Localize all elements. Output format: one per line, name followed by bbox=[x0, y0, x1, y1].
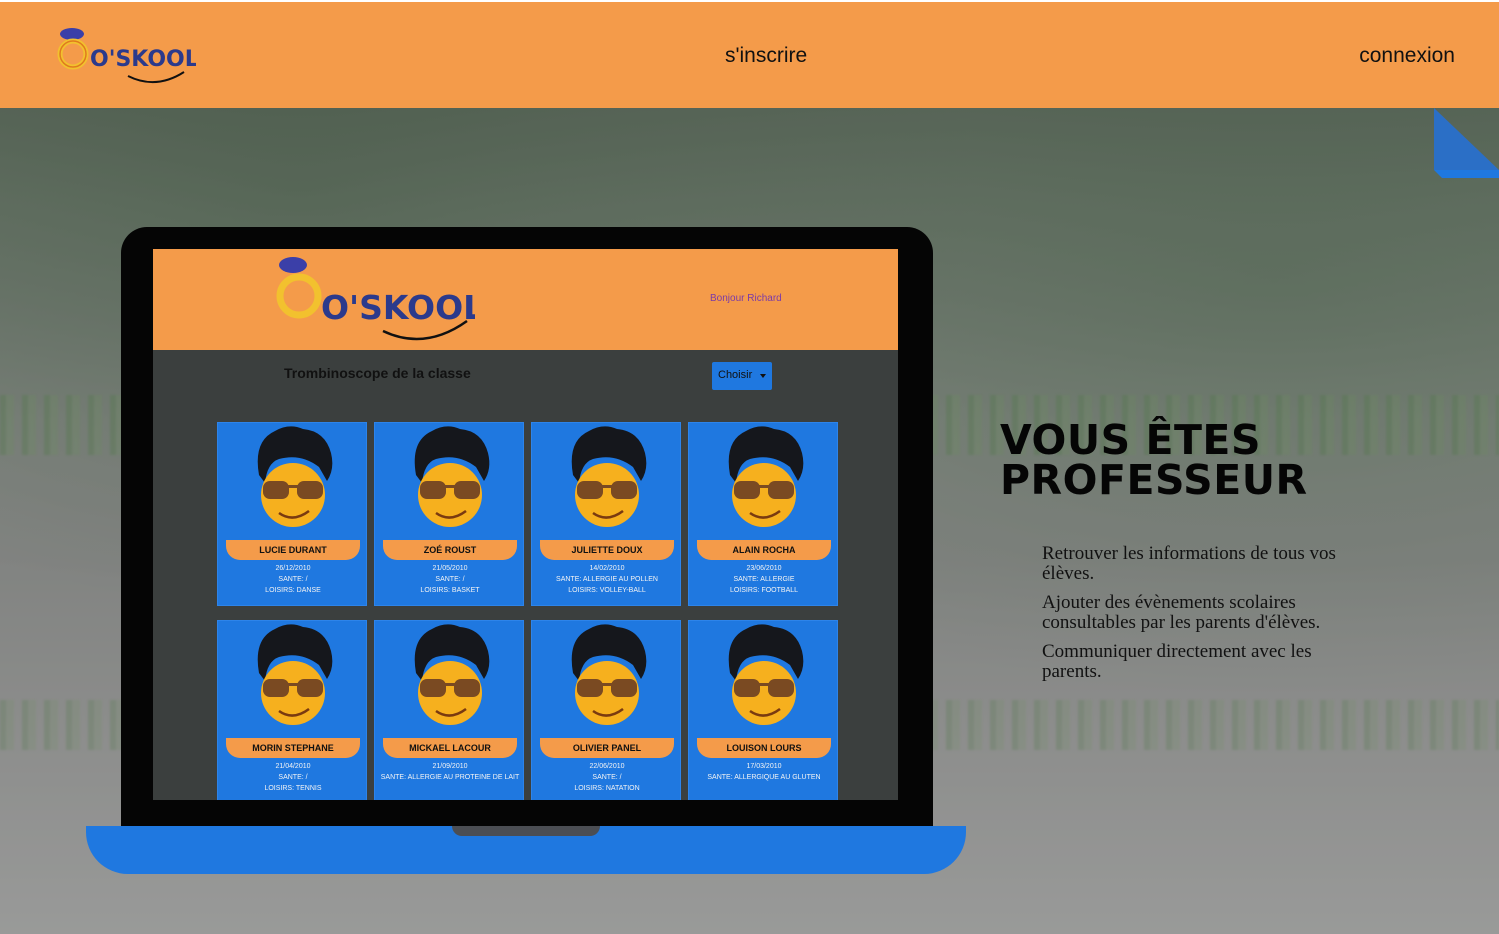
laptop-display: O'SKOOL Bonjour Richard Trombinoscope de… bbox=[153, 249, 898, 800]
student-info: 26/12/2010 SANTE: / LOISIRS: DANSE bbox=[218, 563, 368, 596]
student-birthdate: 21/05/2010 bbox=[432, 565, 468, 572]
student-avatar bbox=[249, 423, 337, 535]
student-hobbies: LOISIRS: NATATION bbox=[574, 785, 640, 792]
student-name: JULIETTE DOUX bbox=[540, 540, 674, 560]
feature-list: Retrouver les informations de tous vos é… bbox=[1042, 544, 1342, 691]
student-name: LOUISON LOURS bbox=[697, 738, 831, 758]
student-health: SANTE: / bbox=[435, 576, 465, 583]
laptop-notch bbox=[452, 826, 600, 836]
student-avatar bbox=[563, 423, 651, 535]
student-health: SANTE: ALLERGIE bbox=[733, 576, 795, 583]
student-card[interactable]: JULIETTE DOUX 14/02/2010 SANTE: ALLERGIE A… bbox=[531, 422, 681, 606]
site-header: O'SKOOL s'inscrire connexion bbox=[0, 0, 1499, 108]
student-avatar bbox=[720, 423, 808, 535]
student-card[interactable]: OLIVIER PANEL 22/06/2010 SANTE: / LOISIRS: … bbox=[531, 620, 681, 800]
chevron-down-icon bbox=[760, 374, 766, 378]
student-avatar bbox=[720, 621, 808, 733]
student-card[interactable]: ZOÉ ROUST 21/05/2010 SANTE: / LOISIRS: BASK… bbox=[374, 422, 524, 606]
student-card[interactable]: MICKAEL LACOUR 21/09/2010 SANTE: ALLERGIE … bbox=[374, 620, 524, 800]
logo-text: O'SKOOL bbox=[90, 47, 196, 72]
student-avatar bbox=[406, 621, 494, 733]
student-avatar bbox=[563, 621, 651, 733]
student-card[interactable]: LUCIE DURANT 26/12/2010 SANTE: / LOISIRS: D… bbox=[217, 422, 367, 606]
student-avatar bbox=[249, 621, 337, 733]
student-name: OLIVIER PANEL bbox=[540, 738, 674, 758]
oskool-logo[interactable]: O'SKOOL bbox=[56, 24, 196, 88]
student-hobbies: LOISIRS: VOLLEY-BALL bbox=[568, 587, 646, 594]
student-birthdate: 26/12/2010 bbox=[275, 565, 311, 572]
student-name: ZOÉ ROUST bbox=[383, 540, 517, 560]
app-logo-text: O'SKOOL bbox=[321, 288, 475, 327]
student-birthdate: 22/06/2010 bbox=[589, 763, 625, 770]
student-hobbies: LOISIRS: FOOTBALL bbox=[729, 587, 799, 594]
student-name: LUCIE DURANT bbox=[226, 540, 360, 560]
student-avatar bbox=[406, 423, 494, 535]
student-health: SANTE: / bbox=[278, 576, 308, 583]
student-health: SANTE: ALLERGIE AU POLLEN bbox=[556, 576, 658, 583]
student-info: 14/02/2010 SANTE: ALLERGIE AU POLLEN LOISI… bbox=[532, 563, 682, 596]
student-hobbies: LOISIRS: TENNIS bbox=[264, 785, 322, 792]
student-health: SANTE: / bbox=[592, 774, 622, 781]
student-health: SANTE: ALLERGIE AU PROTEINE DE LAIT bbox=[380, 774, 520, 781]
student-info: 22/06/2010 SANTE: / LOISIRS: NATATION bbox=[532, 761, 682, 794]
trombinoscope-title: Trombinoscope de la classe bbox=[284, 365, 471, 381]
feature-item: Retrouver les informations de tous vos é… bbox=[1042, 543, 1336, 584]
app-header: O'SKOOL Bonjour Richard bbox=[153, 249, 898, 350]
student-info: 21/05/2010 SANTE: / LOISIRS: BASKET bbox=[375, 563, 525, 596]
student-card[interactable]: MORIN STEPHANE 21/04/2010 SANTE: / LOISIRS:… bbox=[217, 620, 367, 800]
student-name: MICKAEL LACOUR bbox=[383, 738, 517, 758]
student-info: 17/03/2010 SANTE: ALLERGIQUE AU GLUTEN bbox=[689, 761, 839, 783]
student-name: MORIN STEPHANE bbox=[226, 738, 360, 758]
student-hobbies: LOISIRS: BASKET bbox=[420, 587, 480, 594]
class-select-button[interactable]: Choisir bbox=[712, 362, 772, 390]
student-health: SANTE: / bbox=[278, 774, 308, 781]
app-oskool-logo: O'SKOOL bbox=[276, 257, 475, 341]
feature-item: Ajouter des évènements scolaires consult… bbox=[1042, 592, 1321, 633]
student-hobbies: LOISIRS: DANSE bbox=[265, 587, 321, 594]
hero-title: VOUS ÊTES PROFESSEUR bbox=[1000, 416, 1308, 504]
student-info: 21/04/2010 SANTE: / LOISIRS: TENNIS bbox=[218, 761, 368, 794]
student-card[interactable]: LOUISON LOURS 17/03/2010 SANTE: ALLERGIQUE… bbox=[688, 620, 838, 800]
student-birthdate: 21/09/2010 bbox=[432, 763, 468, 770]
student-birthdate: 17/03/2010 bbox=[746, 763, 782, 770]
student-birthdate: 14/02/2010 bbox=[589, 565, 625, 572]
student-card[interactable]: ALAIN ROCHA 23/06/2010 SANTE: ALLERGIE LOIS… bbox=[688, 422, 838, 606]
student-birthdate: 21/04/2010 bbox=[275, 763, 311, 770]
student-info: 21/09/2010 SANTE: ALLERGIE AU PROTEINE DE… bbox=[375, 761, 525, 783]
corner-fold-decoration bbox=[1434, 108, 1499, 178]
student-health: SANTE: ALLERGIQUE AU GLUTEN bbox=[707, 774, 821, 781]
feature-item: Communiquer directement avec les parents… bbox=[1042, 641, 1312, 682]
class-select-label: Choisir bbox=[718, 369, 753, 381]
student-birthdate: 23/06/2010 bbox=[746, 565, 782, 572]
student-name: ALAIN ROCHA bbox=[697, 540, 831, 560]
login-link[interactable]: connexion bbox=[1359, 44, 1455, 68]
student-grid: LUCIE DURANT 26/12/2010 SANTE: / LOISIRS: D… bbox=[217, 422, 841, 800]
signup-link[interactable]: s'inscrire bbox=[725, 44, 807, 68]
greeting-text: Bonjour Richard bbox=[710, 293, 782, 304]
student-info: 23/06/2010 SANTE: ALLERGIE LOISIRS: FOOTBA… bbox=[689, 563, 839, 596]
